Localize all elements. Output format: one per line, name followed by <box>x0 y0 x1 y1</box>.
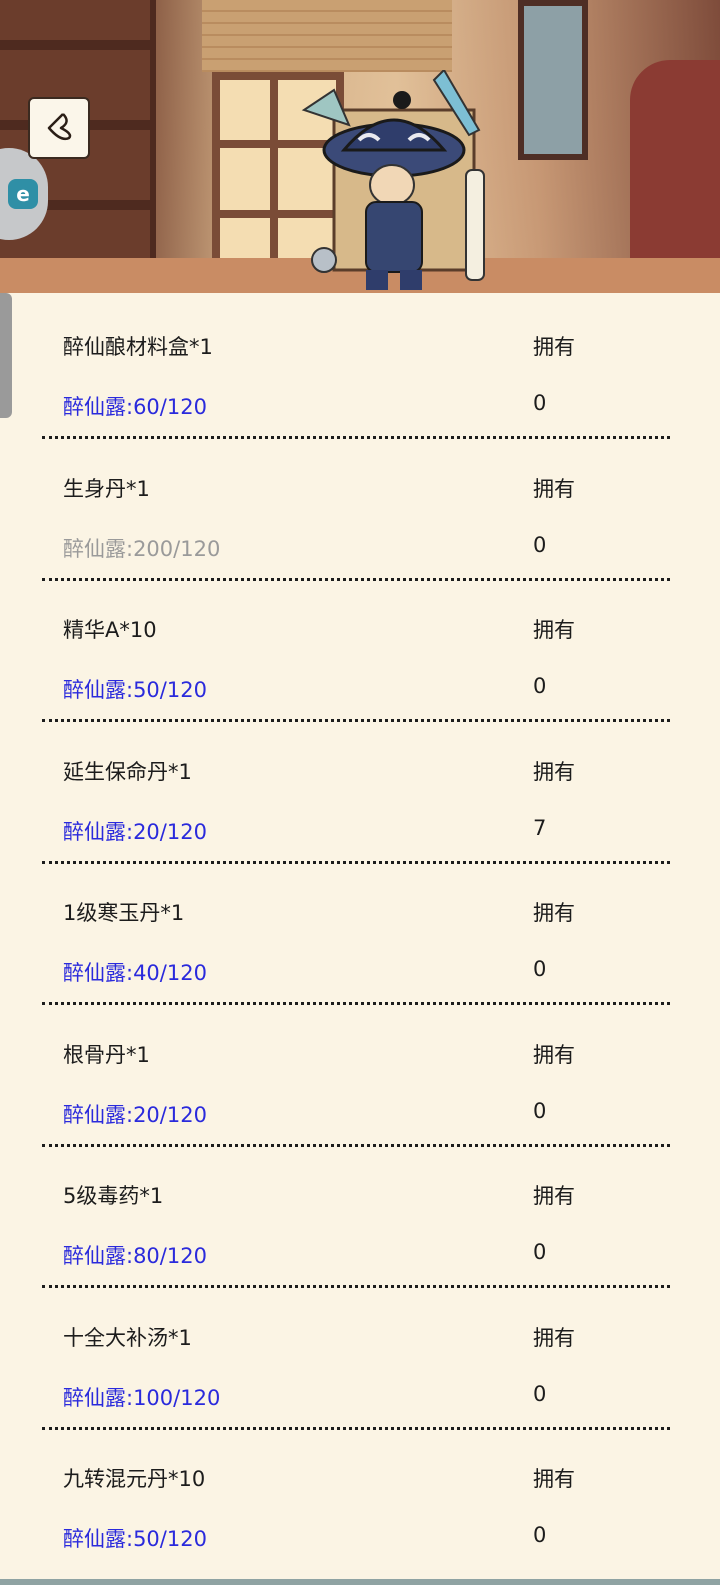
list-item[interactable]: 十全大补汤*1 拥有 醉仙露:100/120 0 <box>0 1284 720 1430</box>
owned-count: 0 <box>533 1523 547 1547</box>
item-name: 精华A*10 <box>63 618 157 642</box>
item-name: 根骨丹*1 <box>63 1042 150 1067</box>
owned-label: 拥有 <box>533 759 575 784</box>
owned-count: 0 <box>533 391 547 415</box>
item-cost: 醉仙露:20/120 <box>63 1102 207 1127</box>
item-name: 生身丹*1 <box>63 476 150 501</box>
owned-count: 0 <box>533 674 547 698</box>
item-name: 十全大补汤*1 <box>63 1325 192 1350</box>
window-blind <box>202 0 452 72</box>
owned-count: 7 <box>533 815 547 840</box>
owned-count: 0 <box>533 1098 547 1123</box>
item-name: 延生保命丹*1 <box>63 759 192 784</box>
list-item[interactable]: 5级毒药*1 拥有 醉仙露:80/120 0 <box>0 1142 720 1288</box>
back-button[interactable] <box>28 97 90 159</box>
wall-painting <box>518 0 588 160</box>
item-cost: 醉仙露:50/120 <box>63 678 207 702</box>
owned-count: 0 <box>533 957 547 981</box>
owned-label: 拥有 <box>533 901 575 925</box>
list-item[interactable]: 精华A*10 拥有 醉仙露:50/120 0 <box>0 576 720 722</box>
owned-label: 拥有 <box>533 476 575 501</box>
list-item[interactable]: 1级寒玉丹*1 拥有 醉仙露:40/120 0 <box>0 859 720 1005</box>
list-item[interactable]: 根骨丹*1 拥有 醉仙露:20/120 0 <box>0 1001 720 1147</box>
item-cost: 醉仙露:60/120 <box>63 395 207 419</box>
item-cost: 醉仙露:100/120 <box>63 1385 221 1410</box>
list-item[interactable]: 九转混元丹*10 拥有 醉仙露:50/120 0 <box>0 1425 720 1567</box>
item-name: 醉仙酿材料盒*1 <box>63 335 213 359</box>
bottom-edge <box>0 1579 720 1585</box>
owned-label: 拥有 <box>533 1467 575 1491</box>
side-tab-badge: e <box>8 179 38 209</box>
owned-label: 拥有 <box>533 1042 575 1067</box>
owned-label: 拥有 <box>533 618 575 642</box>
owned-count: 0 <box>533 1381 547 1406</box>
list-item[interactable]: 延生保命丹*1 拥有 醉仙露:20/120 7 <box>0 718 720 864</box>
list-item[interactable]: 醉仙酿材料盒*1 拥有 醉仙露:60/120 0 <box>0 293 720 439</box>
shop-header-illustration: e <box>0 0 720 293</box>
owned-count: 0 <box>533 1240 547 1264</box>
owned-label: 拥有 <box>533 1325 575 1350</box>
item-name: 1级寒玉丹*1 <box>63 901 185 925</box>
item-cost: 醉仙露:20/120 <box>63 819 207 844</box>
chevron-left-icon <box>47 113 72 141</box>
item-cost: 醉仙露:40/120 <box>63 961 207 985</box>
item-cost: 醉仙露:200/120 <box>63 536 221 561</box>
item-name: 九转混元丹*10 <box>63 1467 206 1491</box>
owned-count: 0 <box>533 532 547 557</box>
list-item[interactable]: 生身丹*1 拥有 醉仙露:200/120 0 <box>0 435 720 581</box>
merchant-character <box>301 70 485 290</box>
item-name: 5级毒药*1 <box>63 1184 164 1208</box>
item-cost: 醉仙露:80/120 <box>63 1244 207 1268</box>
owned-label: 拥有 <box>533 335 575 359</box>
item-cost: 醉仙露:50/120 <box>63 1527 207 1551</box>
exchange-item-list: 醉仙酿材料盒*1 拥有 醉仙露:60/120 0 生身丹*1 拥有 醉仙露:20… <box>0 293 720 1567</box>
owned-label: 拥有 <box>533 1184 575 1208</box>
